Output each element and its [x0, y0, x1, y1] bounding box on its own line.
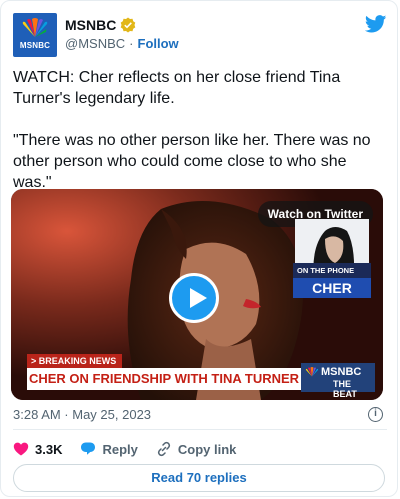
reply-button[interactable]: Reply — [80, 441, 138, 457]
tweet-quote: "There was no other person like her. The… — [13, 132, 371, 191]
tweet-card: MSNBC MSNBC @MSNBC · Follow WATCH: Cher … — [0, 0, 398, 497]
tweet-paragraph: WATCH: Cher reflects on her close friend… — [13, 69, 341, 107]
action-bar: 3.3K Reply Copy link — [13, 439, 254, 459]
tweet-header: MSNBC MSNBC @MSNBC · Follow — [13, 13, 387, 59]
info-icon[interactable]: i — [368, 407, 383, 422]
like-button[interactable]: 3.3K — [13, 441, 62, 457]
copy-link-button[interactable]: Copy link — [156, 441, 237, 457]
network-logo: MSNBC THE BEAT — [301, 363, 375, 399]
play-icon[interactable] — [169, 273, 219, 323]
peacock-logo-icon — [305, 367, 319, 377]
account-handle[interactable]: @MSNBC — [65, 36, 125, 51]
read-replies-button[interactable]: Read 70 replies — [13, 464, 385, 492]
avatar-label: MSNBC — [19, 41, 51, 50]
network-name: MSNBC — [321, 366, 362, 378]
breaking-news-tag: > BREAKING NEWS — [27, 354, 123, 368]
follow-button[interactable]: Follow — [138, 36, 179, 51]
guest-name-label: CHER — [293, 278, 371, 298]
heart-icon — [13, 442, 29, 456]
peacock-logo-icon — [22, 18, 48, 37]
verified-badge-icon — [121, 17, 136, 33]
reply-label: Reply — [102, 441, 138, 457]
show-name: THE BEAT — [333, 379, 357, 399]
on-the-phone-label: ON THE PHONE — [293, 263, 371, 278]
separator-dot: · — [129, 36, 134, 51]
link-icon — [157, 441, 170, 457]
account-name[interactable]: MSNBC — [65, 17, 116, 33]
tweet-timestamp[interactable]: 3:28 AM · May 25, 2023 — [13, 407, 151, 422]
like-count: 3.3K — [35, 441, 63, 457]
handle-row: @MSNBC · Follow — [65, 36, 179, 51]
divider — [13, 429, 387, 430]
reply-icon — [81, 442, 96, 455]
lower-third-headline: CHER ON FRIENDSHIP WITH TINA TURNER — [27, 368, 301, 390]
name-row: MSNBC — [65, 16, 136, 34]
twitter-bird-icon[interactable] — [365, 15, 387, 33]
copy-link-label: Copy link — [177, 441, 237, 457]
video-player[interactable]: Watch on Twitter ON THE PHONE CHER > BRE… — [11, 189, 383, 400]
avatar[interactable]: MSNBC — [13, 13, 57, 57]
